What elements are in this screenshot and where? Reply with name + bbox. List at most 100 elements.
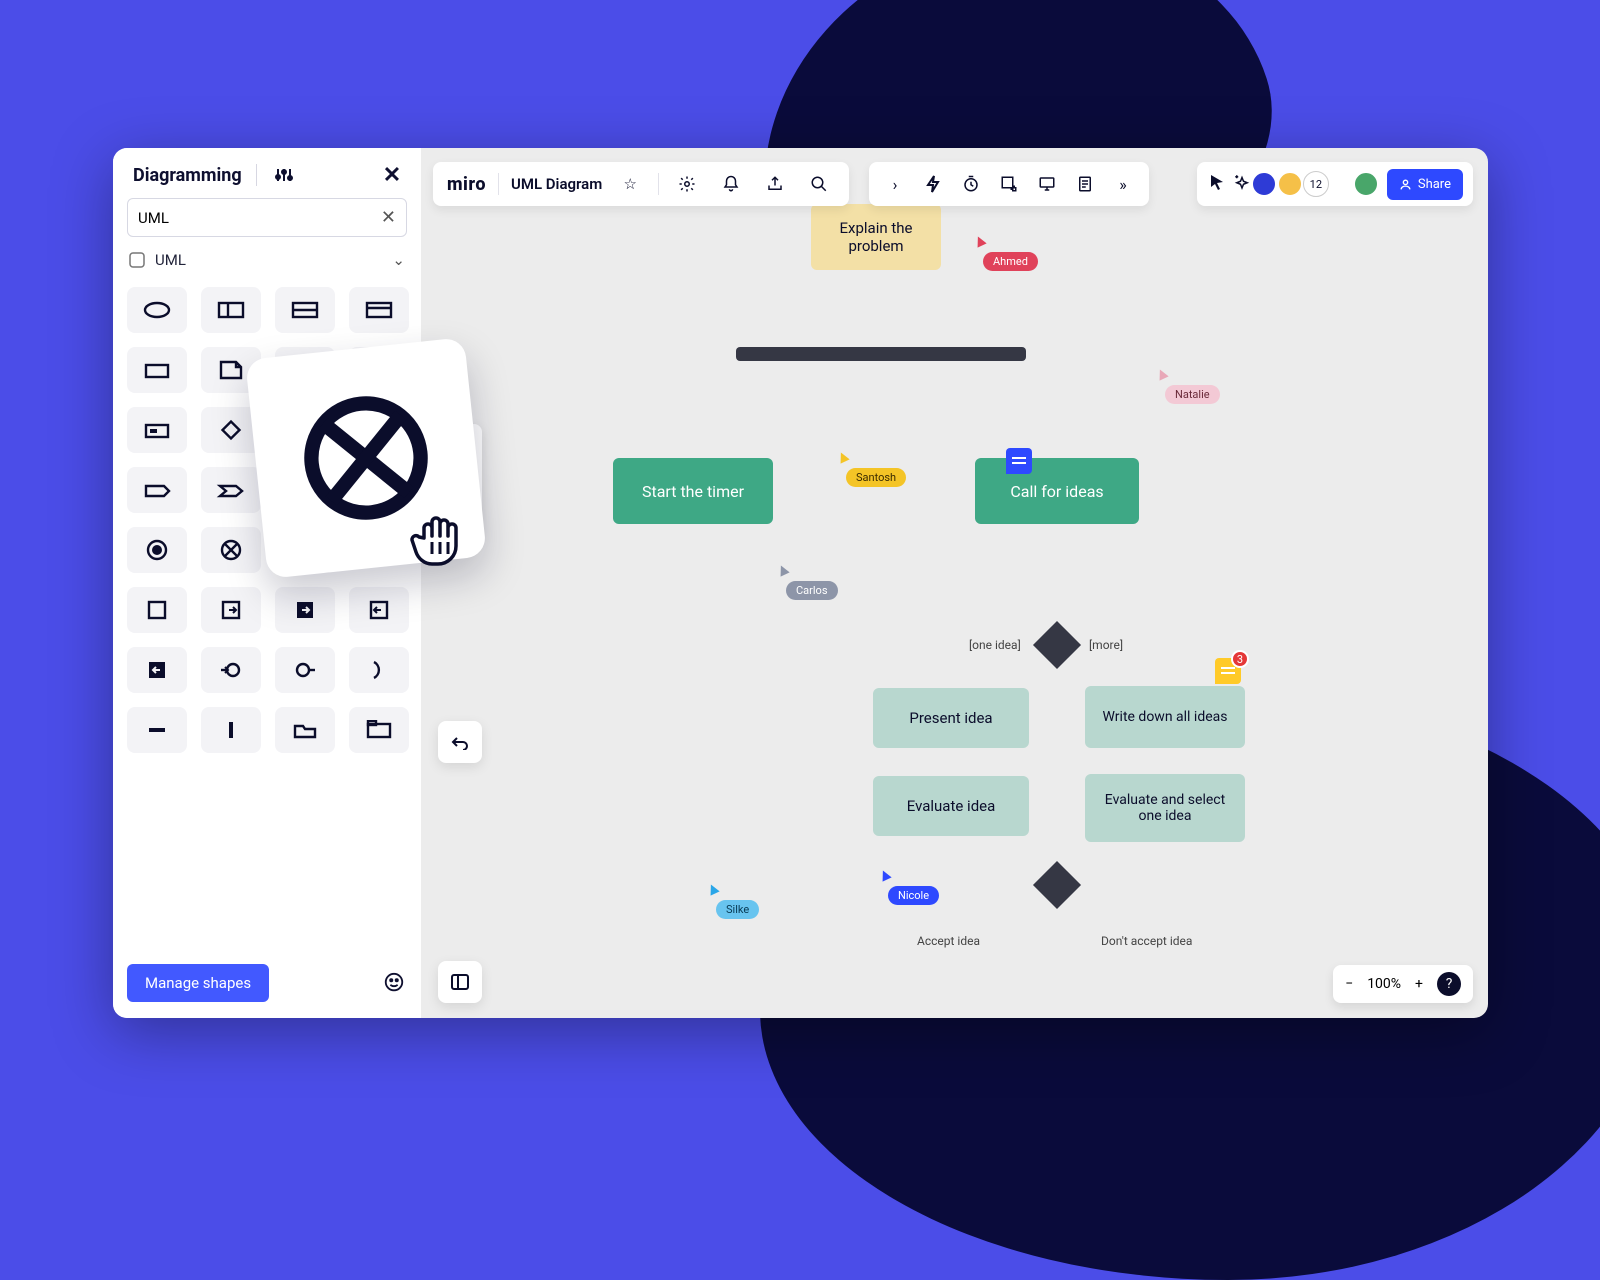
shape-half-moon[interactable] [349,647,409,693]
feedback-icon[interactable] [381,970,407,996]
sidebar-title: Diagramming [133,165,242,186]
cursor-pointer-icon [706,882,719,895]
shape-tag[interactable] [127,467,187,513]
canvas-tools-bar: › » [869,162,1149,206]
cursor-pointer-icon [1155,367,1168,380]
node-text: Call for ideas [1010,482,1103,501]
cursor-tag: Natalie [1165,385,1220,404]
close-icon[interactable]: ✕ [379,162,405,188]
separator [256,164,257,186]
avatar[interactable] [1251,171,1277,197]
gear-icon[interactable] [671,168,703,200]
search-input[interactable] [138,209,381,227]
shape-square-arrow-in-fill[interactable] [127,647,187,693]
cursor-pointer-icon [878,868,891,881]
app-logo: miro [447,174,486,195]
shape-circ-arrow[interactable] [201,647,261,693]
shape-vbar[interactable] [201,707,261,753]
shape-header-rect[interactable] [349,287,409,333]
share-label: Share [1418,177,1451,192]
cursor-tag: Nicole [888,886,939,905]
shape-split-rect[interactable] [201,287,261,333]
document-bar: miro UML Diagram ☆ [433,162,849,206]
edge-label: [more] [1085,638,1127,652]
avatar-self[interactable] [1353,171,1379,197]
timer-icon[interactable] [955,168,987,200]
shape-circ-arrow-rev[interactable] [275,647,335,693]
shape-square-arrow-fill[interactable] [275,587,335,633]
node-text: Present idea [909,709,992,727]
more-icon[interactable]: » [1107,168,1139,200]
shape-rect[interactable] [127,347,187,393]
help-icon[interactable]: ? [1437,972,1461,996]
comment-badge: 3 [1231,650,1249,668]
cursor-tag: Carlos [786,581,838,600]
comment-icon[interactable] [1006,448,1032,474]
search-input-wrap: ✕ [127,198,407,237]
present-icon[interactable] [1031,168,1063,200]
avatar-count[interactable]: 12 [1303,171,1329,197]
notes-icon[interactable] [1069,168,1101,200]
node-text: Write down all ideas [1103,709,1228,725]
node-sync-bar[interactable] [736,347,1026,361]
node-text: Explain the problem [819,219,933,255]
zoom-plus[interactable]: + [1415,976,1423,992]
presence-bar: 12 Share [1197,162,1473,206]
shape-chevron[interactable] [201,467,261,513]
sparkle-icon[interactable] [1233,173,1251,195]
node-writeall[interactable]: Write down all ideas [1085,686,1245,748]
document-name[interactable]: UML Diagram [511,175,602,193]
shape-slot-rect[interactable] [127,407,187,453]
zoom-minus[interactable]: − [1345,976,1353,992]
comment-icon[interactable]: 3 [1215,658,1241,684]
node-start-timer[interactable]: Start the timer [613,458,773,524]
avatar[interactable] [1277,171,1303,197]
node-text: Evaluate idea [907,797,996,815]
cursor-icon[interactable] [1209,173,1225,195]
node-evalsel[interactable]: Evaluate and select one idea [1085,774,1245,842]
cursor-tag: Silke [716,900,759,919]
shape-filled-circle[interactable] [127,527,187,573]
shape-lines-rect[interactable] [275,287,335,333]
sliders-icon[interactable] [271,162,297,188]
shape-square[interactable] [127,587,187,633]
share-button[interactable]: Share [1387,169,1463,200]
decision-accept[interactable] [1033,861,1081,909]
shape-circle-x[interactable] [201,527,261,573]
clear-icon[interactable]: ✕ [381,207,396,228]
star-icon[interactable]: ☆ [614,168,646,200]
shape-square-arrow-out[interactable] [201,587,261,633]
decision-ideas[interactable] [1033,621,1081,669]
cursor-pointer-icon [836,450,849,463]
node-evaluate[interactable]: Evaluate idea [873,776,1029,836]
node-text: Evaluate and select one idea [1093,792,1237,824]
shape-ellipse[interactable] [127,287,187,333]
zoom-control: − 100% + ? [1333,965,1473,1003]
app-window: Explain the problem Start the timer Call… [113,148,1488,1018]
category-row[interactable]: UML ⌄ [113,247,421,281]
search-icon[interactable] [803,168,835,200]
node-present[interactable]: Present idea [873,688,1029,748]
cursor-pointer-icon [776,563,789,576]
bell-icon[interactable] [715,168,747,200]
shape-minus[interactable] [127,707,187,753]
bolt-icon[interactable] [917,168,949,200]
frame-add-icon[interactable] [993,168,1025,200]
sidebar-panel: Diagramming ✕ ✕ UML ⌄ [113,148,421,1018]
node-explain[interactable]: Explain the problem [811,204,941,270]
edge-label: [one idea] [965,638,1025,652]
edge-label: Accept idea [913,934,984,948]
export-icon[interactable] [759,168,791,200]
shape-folder[interactable] [275,707,335,753]
category-label: UML [155,251,186,269]
panels-button[interactable] [438,961,482,1003]
node-call-ideas[interactable]: Call for ideas [975,458,1139,524]
zoom-pct: 100% [1367,976,1401,992]
checkbox-icon [129,252,145,268]
chevron-right-icon[interactable]: › [879,168,911,200]
manage-shapes-button[interactable]: Manage shapes [127,964,269,1002]
grab-hand-icon [406,508,470,572]
shape-titled-rect[interactable] [349,707,409,753]
undo-button[interactable] [438,721,482,763]
shape-square-arrow-in[interactable] [349,587,409,633]
